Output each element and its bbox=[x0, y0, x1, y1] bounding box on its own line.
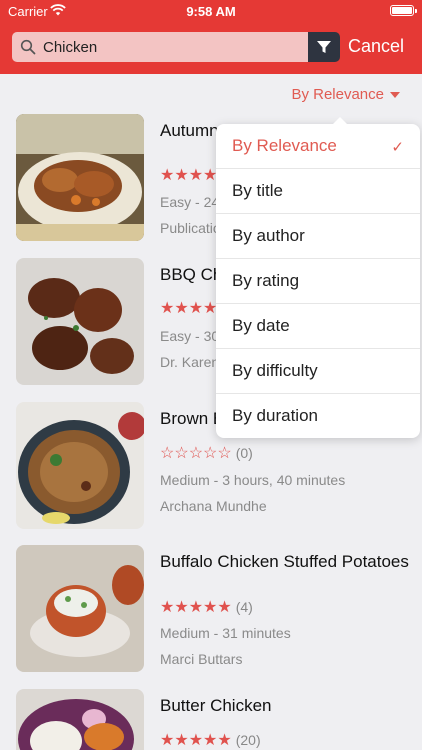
recipe-title: Buffalo Chicken Stuffed Potatoes bbox=[160, 552, 409, 571]
recipe-image bbox=[16, 114, 144, 241]
sort-option-title[interactable]: By title bbox=[216, 169, 420, 214]
recipe-difficulty-duration: Medium - 3 hours, 40 minutes bbox=[160, 472, 346, 488]
recipe-difficulty-duration: Medium - 31 minutes bbox=[160, 625, 291, 641]
rating-stars: ★★★★★ (4) bbox=[160, 599, 253, 616]
search-input[interactable]: Chicken bbox=[43, 39, 97, 56]
checkmark-icon: ✓ bbox=[391, 139, 404, 156]
clock: 9:58 AM bbox=[186, 4, 236, 19]
search-field[interactable]: Chicken bbox=[12, 32, 308, 62]
recipe-difficulty-duration: Easy - 24 bbox=[160, 194, 220, 210]
rating-stars: ★★★★ bbox=[160, 167, 218, 184]
search-icon bbox=[20, 39, 36, 55]
recipe-list-item[interactable]: Butter Chicken ★★★★★ (20) bbox=[0, 689, 422, 750]
cancel-button[interactable]: Cancel bbox=[348, 36, 404, 57]
filter-icon bbox=[317, 41, 331, 53]
sort-option-difficulty[interactable]: By difficulty bbox=[216, 349, 420, 394]
sort-dropdown-label[interactable]: By Relevance bbox=[291, 86, 384, 103]
recipe-author: Marci Buttars bbox=[160, 651, 243, 667]
header-bar: Carrier 9:58 AM Chicken Cancel bbox=[0, 0, 422, 74]
recipe-author: Dr. Karen bbox=[160, 354, 220, 370]
sort-option-author[interactable]: By author bbox=[216, 214, 420, 259]
recipe-author: Archana Mundhe bbox=[160, 498, 267, 514]
sort-option-duration[interactable]: By duration bbox=[216, 394, 420, 439]
recipe-image bbox=[16, 689, 144, 750]
sort-option-relevance[interactable]: By Relevance ✓ bbox=[216, 124, 420, 169]
recipe-list-item[interactable]: Buffalo Chicken Stuffed Potatoes ★★★★★ (4… bbox=[0, 545, 422, 675]
status-bar: Carrier 9:58 AM bbox=[0, 0, 422, 22]
sort-option-date[interactable]: By date bbox=[216, 304, 420, 349]
caret-down-icon[interactable] bbox=[390, 92, 400, 98]
rating-stars: ☆☆☆☆☆ (0) bbox=[160, 445, 253, 462]
recipe-difficulty-duration: Easy - 30 bbox=[160, 328, 220, 344]
sort-menu: By Relevance ✓ By title By author By rat… bbox=[216, 117, 420, 439]
recipe-image bbox=[16, 258, 144, 385]
sort-option-rating[interactable]: By rating bbox=[216, 259, 420, 304]
battery-icon bbox=[390, 5, 417, 16]
rating-stars: ★★★★ bbox=[160, 300, 218, 317]
rating-stars: ★★★★★ (20) bbox=[160, 732, 261, 749]
recipe-image bbox=[16, 402, 144, 529]
recipe-image bbox=[16, 545, 144, 672]
recipe-title: Butter Chicken bbox=[160, 696, 272, 715]
sort-row: By Relevance bbox=[0, 74, 422, 114]
filter-button[interactable] bbox=[308, 32, 340, 62]
